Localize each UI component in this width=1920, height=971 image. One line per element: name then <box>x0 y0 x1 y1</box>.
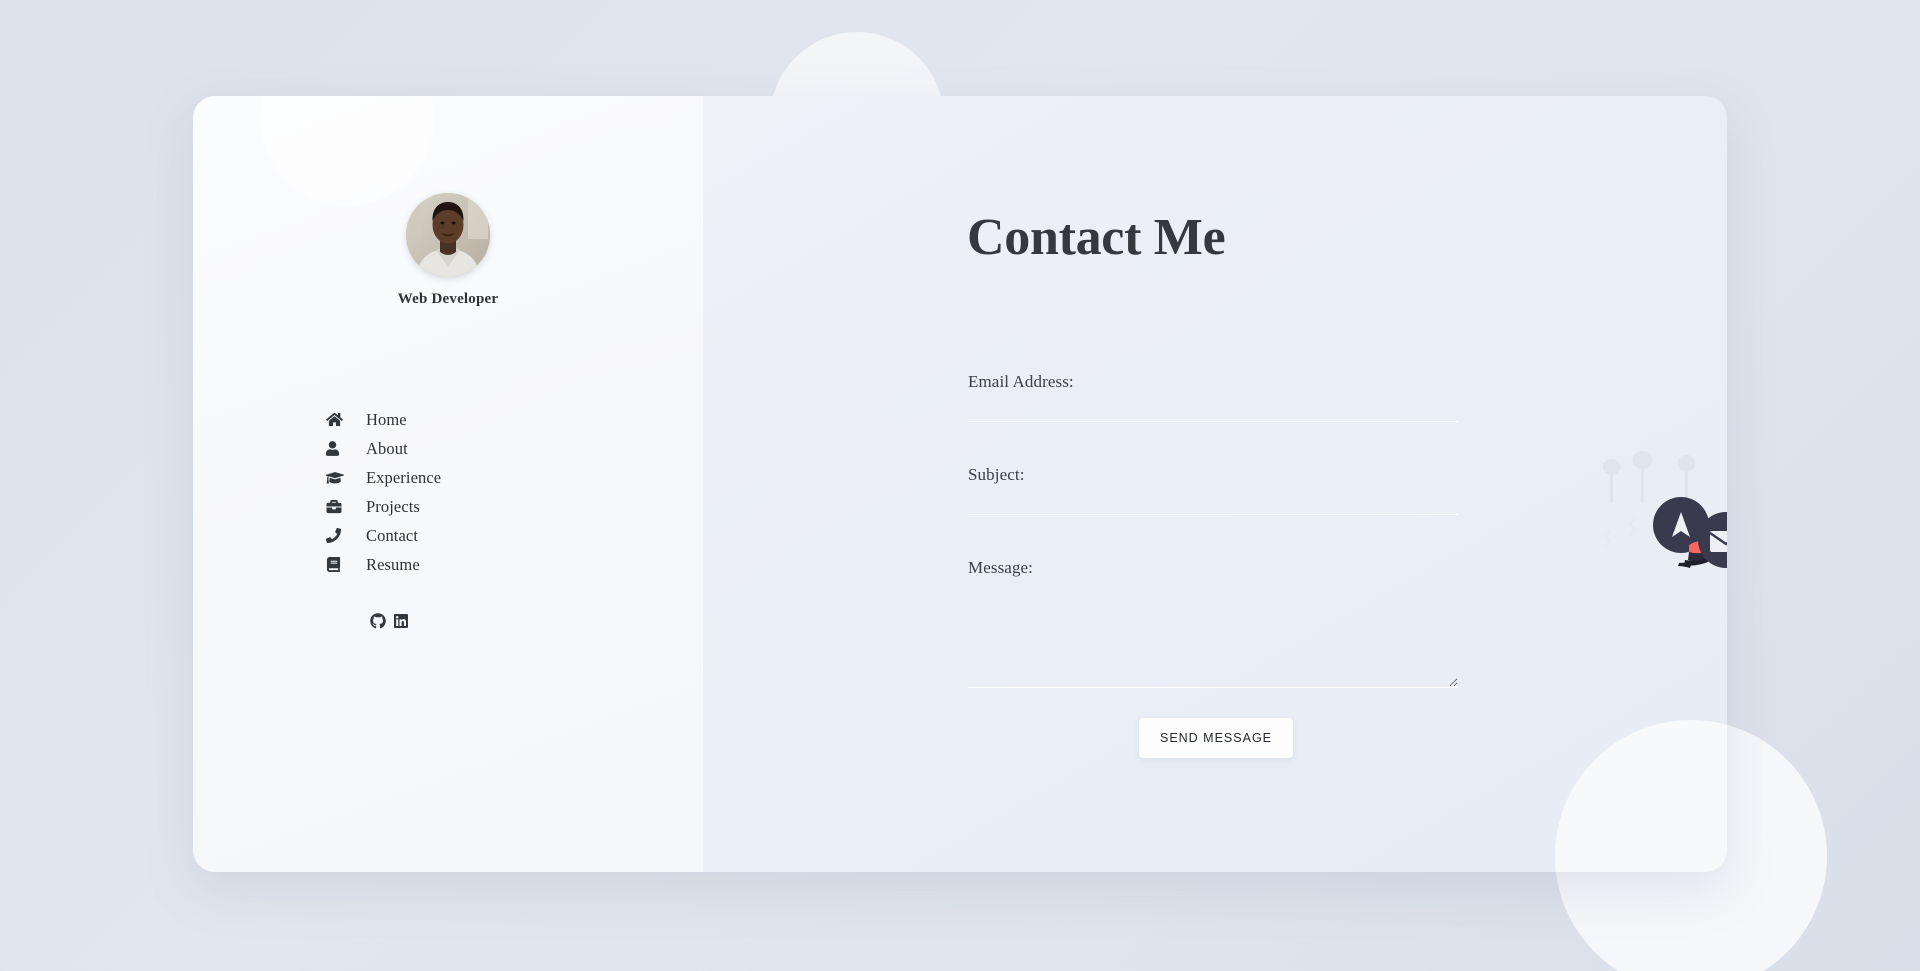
page-title: Contact Me <box>967 209 1226 266</box>
subject-input[interactable] <box>968 491 1458 515</box>
sidebar-item-projects[interactable]: Projects <box>326 492 626 521</box>
subject-field-group: Subject: <box>968 465 1458 515</box>
send-message-button[interactable]: SEND MESSAGE <box>1138 718 1294 758</box>
sidebar-nav: Home About Experience Projects Contact R… <box>326 405 626 579</box>
main-panel: Contact Me Email Address: Subject: Messa… <box>703 96 1727 872</box>
sidebar-item-label: Contact <box>366 525 419 545</box>
sidebar-item-label: Experience <box>366 467 442 487</box>
avatar <box>406 193 490 277</box>
sidebar-item-home[interactable]: Home <box>326 405 626 434</box>
message-input[interactable] <box>968 584 1458 688</box>
message-field-group: Message: <box>968 558 1458 688</box>
sidebar-item-label: Home <box>366 409 407 429</box>
email-input[interactable] <box>968 398 1458 422</box>
sidebar-overlay-circle <box>260 96 434 206</box>
submit-row: SEND MESSAGE <box>968 718 1458 758</box>
subject-label: Subject: <box>968 465 1025 484</box>
contact-form: Email Address: Subject: Message: SEND ME… <box>968 372 1458 758</box>
briefcase-icon <box>326 499 348 514</box>
sidebar-item-label: Resume <box>366 554 420 574</box>
location-arrow-icon <box>1653 497 1709 553</box>
email-label: Email Address: <box>968 372 1074 391</box>
sidebar-item-label: About <box>366 438 408 458</box>
sidebar-item-experience[interactable]: Experience <box>326 463 626 492</box>
sidebar-item-contact[interactable]: Contact <box>326 521 626 550</box>
field-spacer <box>968 515 1458 558</box>
sidebar-item-resume[interactable]: Resume <box>326 550 626 579</box>
graduation-cap-icon <box>326 470 348 485</box>
envelope-icon <box>1698 512 1727 568</box>
portfolio-card: Web Developer Home About Experience Proj… <box>193 96 1727 872</box>
email-field-group: Email Address: <box>968 372 1458 422</box>
main-overlay-circle <box>1555 720 1727 872</box>
profile-role: Web Developer <box>397 291 499 307</box>
user-icon <box>326 441 348 456</box>
linkedin-icon[interactable] <box>393 613 409 629</box>
sidebar: Web Developer Home About Experience Proj… <box>193 96 703 872</box>
phone-icon <box>326 528 348 543</box>
profile-block: Web Developer <box>193 193 703 308</box>
book-icon <box>326 557 348 572</box>
social-links <box>370 613 409 629</box>
home-icon <box>326 412 348 427</box>
sidebar-item-label: Projects <box>366 496 420 516</box>
message-label: Message: <box>968 558 1034 577</box>
field-spacer <box>968 422 1458 465</box>
sidebar-item-about[interactable]: About <box>326 434 626 463</box>
contact-illustration <box>1593 451 1727 586</box>
github-icon[interactable] <box>370 613 386 629</box>
